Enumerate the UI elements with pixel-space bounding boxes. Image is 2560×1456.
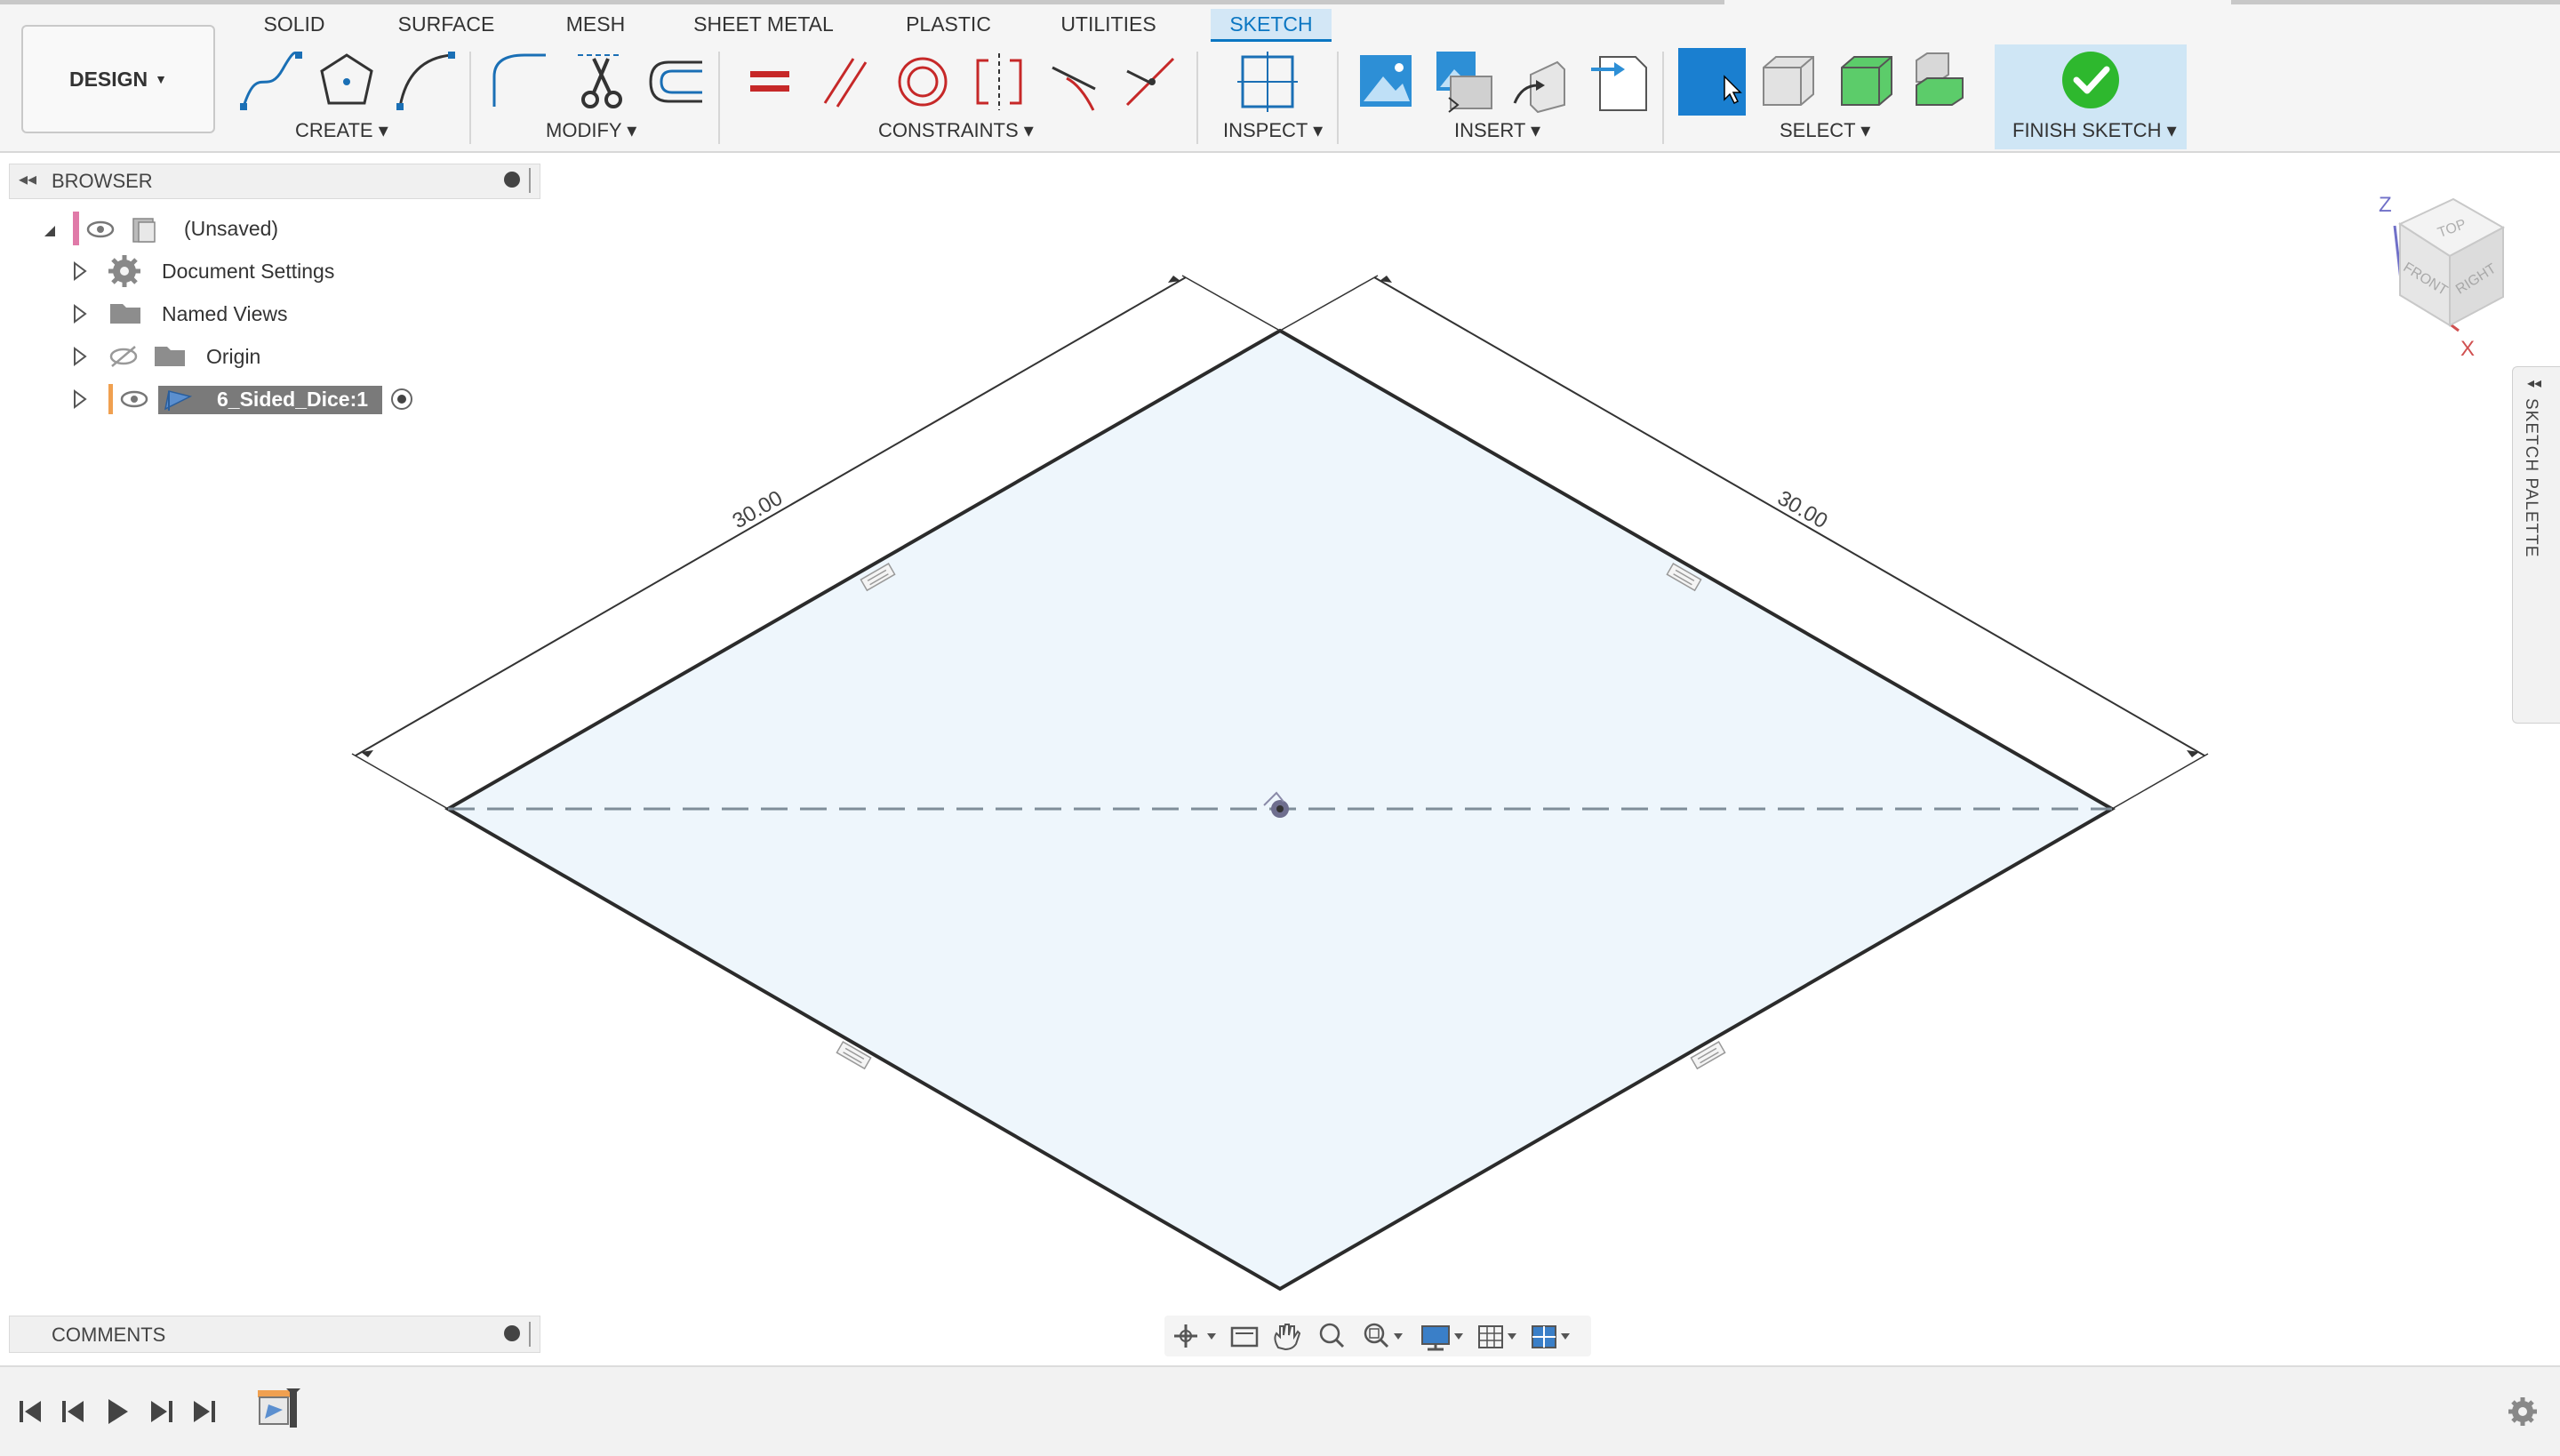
axis-z-label: Z bbox=[2379, 193, 2392, 217]
chevron-down-icon[interactable] bbox=[1207, 1333, 1216, 1340]
play-icon[interactable] bbox=[108, 1399, 128, 1424]
navigation-bar bbox=[1164, 1316, 1591, 1356]
skip-to-start-icon[interactable] bbox=[20, 1401, 41, 1422]
comments-expand-icon[interactable] bbox=[504, 1325, 520, 1341]
skip-to-end-icon[interactable] bbox=[194, 1401, 215, 1422]
expand-palette-icon[interactable]: ◂◂ bbox=[2527, 374, 2541, 392]
comments-bar: COMMENTS bbox=[9, 1316, 540, 1353]
sketch-palette-label: SKETCH PALETTE bbox=[2522, 398, 2540, 558]
pan-hand-icon[interactable] bbox=[1274, 1324, 1301, 1351]
view-cube[interactable]: Z X TOP FRONT RIGHT bbox=[0, 0, 2560, 1454]
navigation-icons bbox=[1174, 1323, 1570, 1351]
fit-zoom-icon[interactable] bbox=[1364, 1323, 1389, 1348]
viewports-icon[interactable] bbox=[1532, 1325, 1556, 1348]
step-forward-icon[interactable] bbox=[151, 1401, 172, 1422]
timeline-settings-gear-icon[interactable] bbox=[2508, 1397, 2537, 1426]
timeline-bar bbox=[0, 1365, 2560, 1456]
chevron-down-icon[interactable] bbox=[1454, 1333, 1463, 1340]
chevron-down-icon[interactable] bbox=[1508, 1333, 1516, 1340]
step-back-icon[interactable] bbox=[68, 1401, 84, 1422]
axis-x-label: X bbox=[2460, 337, 2475, 361]
chevron-down-icon[interactable] bbox=[1561, 1333, 1570, 1340]
display-settings-icon[interactable] bbox=[1421, 1325, 1450, 1351]
grid-settings-icon[interactable] bbox=[1478, 1325, 1503, 1348]
zoom-icon[interactable] bbox=[1319, 1323, 1345, 1348]
comments-resize-handle[interactable] bbox=[529, 1322, 531, 1347]
timeline-icons bbox=[20, 1388, 2537, 1428]
comments-title: COMMENTS bbox=[52, 1324, 166, 1346]
chevron-down-icon[interactable] bbox=[1394, 1333, 1403, 1340]
look-at-icon[interactable] bbox=[1230, 1326, 1259, 1348]
timeline-sketch-feature-icon[interactable] bbox=[258, 1388, 300, 1428]
orbit-icon[interactable] bbox=[1174, 1324, 1197, 1348]
